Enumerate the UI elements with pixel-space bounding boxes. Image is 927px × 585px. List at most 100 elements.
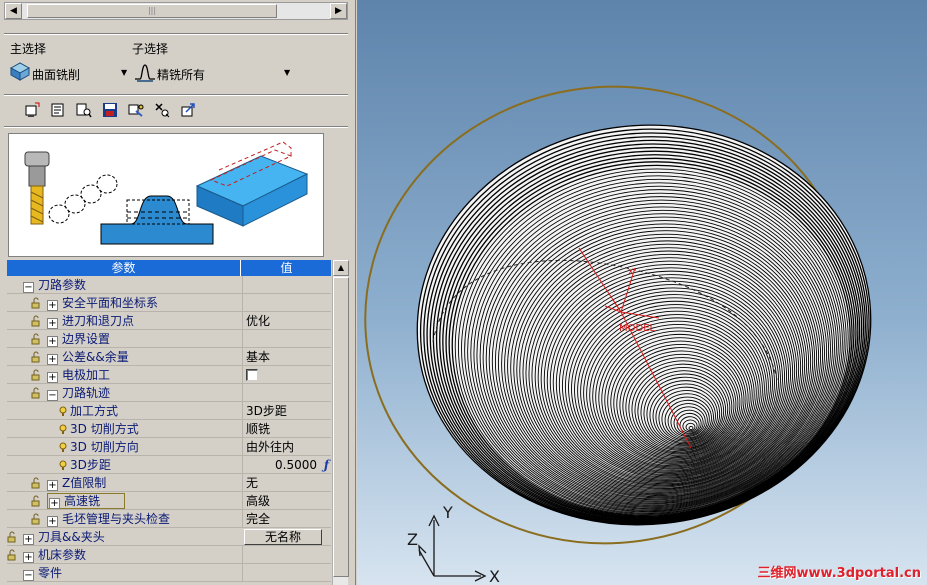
open-icon[interactable] [48,100,67,119]
find-icon[interactable] [74,100,93,119]
formula-icon[interactable]: ƒ [324,456,329,474]
expand-icon[interactable]: + [23,534,34,545]
expand-icon[interactable]: + [47,300,58,311]
param-row-machine[interactable]: + 机床参数 [7,546,331,564]
expand-icon[interactable]: + [23,552,34,563]
divider [4,126,348,128]
param-value[interactable]: 无 [242,474,331,492]
param-row-tolerance[interactable]: + 公差&&余量 基本 [7,348,331,366]
param-name: 刀路参数 [38,278,87,292]
param-name: 3D 切削方式 [70,422,139,436]
param-row-boundary[interactable]: + 边界设置 [7,330,331,348]
process-toolbar [22,100,197,120]
param-value[interactable]: 高级 [242,492,331,510]
param-name: 安全平面和坐标系 [62,296,159,310]
lock-icon [31,315,40,327]
param-value[interactable]: 完全 [242,510,331,528]
grid-header: 参数 值 [7,260,331,276]
new-icon[interactable] [22,100,41,119]
tool-icon[interactable] [126,100,145,119]
param-value[interactable]: 优化 [242,312,331,330]
param-name: 毛坯管理与夹头检查 [62,512,171,526]
param-row-z-limit[interactable]: + Z值限制 无 [7,474,331,492]
scroll-up-arrow-icon[interactable]: ▲ [333,260,349,276]
settings-icon[interactable] [152,100,171,119]
param-row-part[interactable]: − 零件 [7,564,331,582]
param-value[interactable]: 基本 [242,348,331,366]
lightbulb-icon [59,442,67,452]
lock-icon [31,297,40,309]
param-name: 零件 [38,566,63,580]
divider [4,33,348,35]
column-header-param[interactable]: 参数 [7,260,241,276]
param-row-toolpath-params[interactable]: − 刀路参数 [7,276,331,294]
chevron-down-icon[interactable]: ▼ [284,68,290,77]
param-name: 加工方式 [70,404,119,418]
axis-triad [418,514,487,582]
expand-icon[interactable]: + [47,480,58,491]
param-value [242,366,331,384]
param-name: 高速铣 [64,494,101,508]
axis-z-label: Z [407,530,418,549]
expand-icon[interactable]: + [49,498,60,509]
tool-name-button[interactable]: 无名称 [244,529,322,545]
expand-icon[interactable]: + [47,336,58,347]
param-row-cut-direction[interactable]: 3D 切削方向 由外往内 [7,438,331,456]
scroll-thumb[interactable] [333,277,349,577]
param-name: 进刀和退刀点 [62,314,135,328]
operation-preview-image [8,133,324,257]
lock-icon [31,477,40,489]
lock-icon [31,495,40,507]
param-row-tool-holder[interactable]: + 刀具&&夹头 无名称 [7,528,331,546]
param-row-lead-in-out[interactable]: + 进刀和退刀点 优化 [7,312,331,330]
sub-select-value: 精铣所有 [157,68,206,82]
expand-icon[interactable]: + [47,516,58,527]
finish-all-icon [135,64,155,82]
axis-y-label: Y [442,503,453,522]
expand-icon[interactable]: + [47,318,58,329]
param-row-stepover[interactable]: 3D步距 0.5000 ƒ [7,456,331,474]
save-icon[interactable] [100,100,119,119]
param-value: 0.5000 [275,458,317,472]
main-select-value: 曲面铣削 [32,68,81,82]
process-panel: ◀ ||| ▶ 主选择 子选择 曲面铣削 ▼ 精铣所有 ▼ 参数 值 − 刀路参… [0,0,356,585]
parameter-grid: 参数 值 − 刀路参数 + 安全平面和坐标系 + 进刀和退刀点 优化 + 边界设置 + 公… [7,260,331,585]
param-row-machining-method[interactable]: 加工方式 3D步距 [7,402,331,420]
scroll-thumb[interactable]: ||| [27,4,277,18]
electrode-checkbox[interactable] [246,369,258,381]
vertical-scrollbar[interactable]: ▲ [332,260,349,585]
main-select-label: 主选择 [10,42,47,56]
lock-icon [7,531,16,543]
param-name: 刀具&&夹头 [38,530,105,544]
param-name: 3D步距 [70,458,111,472]
param-row-toolpath[interactable]: − 刀路轨迹 [7,384,331,402]
lock-icon [31,387,40,399]
param-value[interactable]: 由外往内 [242,438,331,456]
collapse-icon[interactable]: − [47,390,58,401]
scroll-right-arrow-icon[interactable]: ▶ [330,3,347,19]
param-value [242,546,331,564]
param-name: 公差&&余量 [62,350,129,364]
param-row-high-speed[interactable]: + 高速铣 高级 [7,492,331,510]
param-row-cut-mode[interactable]: 3D 切削方式 顺铣 [7,420,331,438]
horizontal-scrollbar[interactable]: ◀ ||| ▶ [4,2,348,20]
collapse-icon[interactable]: − [23,282,34,293]
expand-icon[interactable]: + [47,372,58,383]
param-row-electrode[interactable]: + 电极加工 [7,366,331,384]
collapse-icon[interactable]: − [23,570,34,581]
param-row-safety-plane[interactable]: + 安全平面和坐标系 [7,294,331,312]
expand-icon[interactable]: + [47,354,58,365]
stepover-value-field[interactable]: 0.5000 ƒ [242,456,331,474]
lightbulb-icon [59,424,67,434]
graphics-viewport[interactable]: MODEL x Y X Z 三维网www.3dportal.cn [357,0,927,585]
param-value[interactable]: 顺铣 [242,420,331,438]
param-row-stock-holder[interactable]: + 毛坯管理与夹头检查 完全 [7,510,331,528]
export-icon[interactable] [178,100,197,119]
param-value[interactable]: 3D步距 [242,402,331,420]
param-name: 3D 切削方向 [70,440,139,454]
chevron-down-icon[interactable]: ▼ [121,68,127,77]
sub-select-label: 子选择 [132,42,169,56]
column-header-value[interactable]: 值 [242,260,331,276]
param-value [242,276,331,294]
scroll-left-arrow-icon[interactable]: ◀ [5,3,22,19]
